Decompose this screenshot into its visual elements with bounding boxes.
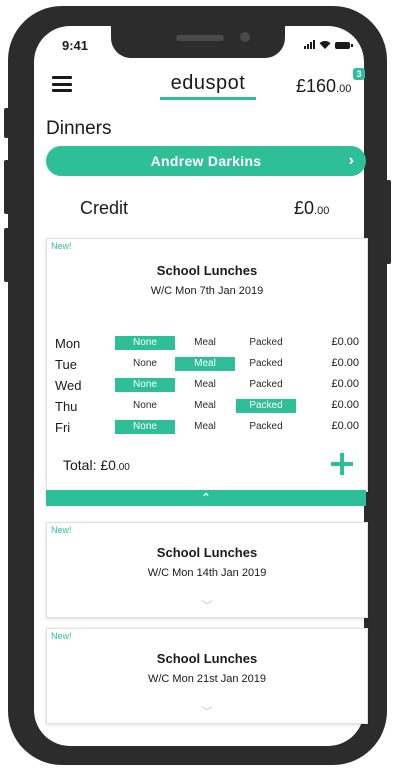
child-name: Andrew Darkins	[150, 153, 262, 169]
balance-main: £160	[296, 76, 337, 96]
day-amount: £0.00	[331, 357, 359, 369]
menu-icon[interactable]	[52, 76, 72, 92]
speaker-grille	[176, 35, 224, 41]
option-meal[interactable]: Meal	[175, 336, 235, 350]
new-badge: New!	[51, 525, 72, 535]
collapse-week-button[interactable]: ⌃	[46, 490, 366, 506]
credit-decimals: .00	[314, 205, 330, 217]
day-row-wed: Wed None Meal Packed £0.00	[55, 377, 359, 395]
option-none[interactable]: None	[115, 378, 175, 392]
week-total: Total: £0.00	[63, 457, 130, 473]
option-packed[interactable]: Packed	[236, 399, 296, 413]
option-none[interactable]: None	[115, 336, 175, 350]
notch	[111, 26, 285, 58]
day-amount: £0.00	[331, 378, 359, 390]
wifi-icon	[319, 41, 331, 49]
battery-icon	[335, 42, 353, 49]
day-row-tue: Tue None Meal Packed £0.00	[55, 356, 359, 374]
volume-down-button	[4, 228, 9, 282]
logo-underline	[160, 97, 256, 100]
option-packed[interactable]: Packed	[236, 336, 296, 350]
day-label: Tue	[55, 357, 77, 372]
day-row-thu: Thu None Meal Packed £0.00	[55, 398, 359, 416]
option-packed[interactable]: Packed	[236, 357, 296, 371]
week-card-collapsed[interactable]: New! School Lunches W/C Mon 14th Jan 201…	[46, 522, 368, 618]
credit-main: £0	[294, 198, 315, 218]
balance-decimals: .00	[336, 83, 352, 95]
day-label: Wed	[55, 378, 82, 393]
chevron-down-icon[interactable]: ﹀	[47, 703, 367, 720]
card-title: School Lunches	[156, 263, 258, 278]
option-meal[interactable]: Meal	[175, 378, 235, 392]
status-icons	[304, 40, 353, 49]
child-selector[interactable]: Andrew Darkins ›	[46, 146, 366, 176]
chevron-up-icon: ⌃	[201, 492, 211, 504]
day-label: Thu	[55, 399, 78, 414]
status-time: 9:41	[62, 38, 89, 53]
card-week: W/C Mon 21st Jan 2019	[147, 673, 266, 685]
power-button	[386, 180, 391, 264]
option-meal[interactable]: Meal	[175, 357, 235, 371]
option-none[interactable]: None	[115, 357, 175, 371]
credit-label: Credit	[80, 198, 129, 218]
day-amount: £0.00	[331, 399, 359, 411]
option-none[interactable]: None	[115, 420, 175, 434]
total-decimals: .00	[115, 462, 130, 473]
page-title: Dinners	[46, 118, 112, 139]
day-label: Fri	[55, 420, 71, 435]
plus-icon[interactable]	[331, 453, 353, 475]
day-row-fri: Fri None Meal Packed £0.00	[55, 419, 359, 437]
app-logo[interactable]: eduspot	[160, 72, 256, 95]
card-title: School Lunches	[156, 545, 258, 560]
total-main: Total: £0	[63, 457, 116, 473]
new-badge: New!	[51, 241, 72, 251]
week-card-expanded: New! School Lunches W/C Mon 7th Jan 2019…	[46, 238, 368, 492]
day-label: Mon	[55, 336, 81, 351]
option-none[interactable]: None	[115, 399, 175, 413]
chevron-right-icon[interactable]: ›	[349, 152, 354, 170]
mute-switch	[4, 108, 9, 138]
week-card-collapsed[interactable]: New! School Lunches W/C Mon 21st Jan 201…	[46, 628, 368, 724]
signal-icon	[304, 40, 315, 49]
new-badge: New!	[51, 631, 72, 641]
chevron-down-icon[interactable]: ﹀	[47, 597, 367, 614]
card-week: W/C Mon 14th Jan 2019	[147, 567, 267, 579]
account-balance[interactable]: £160.00	[296, 76, 351, 97]
option-packed[interactable]: Packed	[236, 420, 296, 434]
option-meal[interactable]: Meal	[175, 420, 235, 434]
day-amount: £0.00	[331, 420, 359, 432]
day-row-mon: Mon None Meal Packed £0.00	[55, 335, 359, 353]
front-camera	[240, 32, 250, 42]
day-amount: £0.00	[331, 336, 359, 348]
option-meal[interactable]: Meal	[175, 399, 235, 413]
credit-value: £0.00	[294, 198, 329, 219]
volume-up-button	[4, 160, 9, 214]
card-title: School Lunches	[156, 651, 258, 666]
option-packed[interactable]: Packed	[236, 378, 296, 392]
notification-badge[interactable]: 3	[353, 68, 365, 80]
card-week: W/C Mon 7th Jan 2019	[150, 285, 264, 297]
